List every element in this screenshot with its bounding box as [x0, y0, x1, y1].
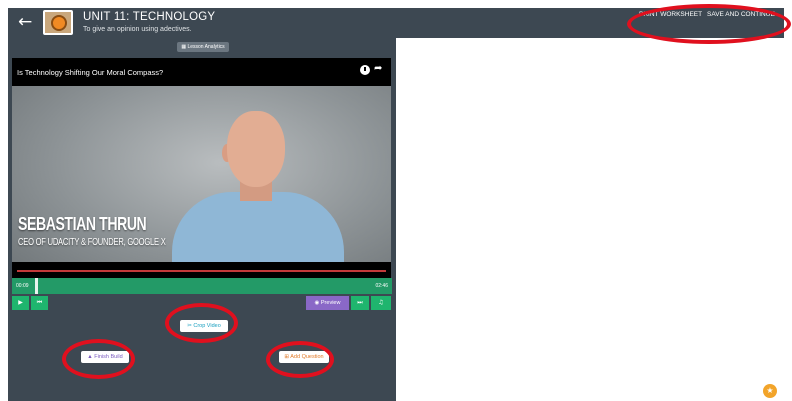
video-title: Is Technology Shifting Our Moral Compass…	[17, 68, 164, 77]
arrow-left-icon[interactable]: ←	[18, 13, 36, 31]
play-button[interactable]: ▶	[12, 296, 29, 310]
unit-thumbnail-disc	[51, 15, 67, 31]
unit-subtitle: To give an opinion using adectives.	[83, 26, 192, 33]
thumbs-up-icon: ▲	[87, 354, 93, 360]
end-time: 02:46	[375, 283, 388, 289]
finish-build-label: Finish Build	[94, 354, 123, 360]
clock-icon[interactable]	[360, 65, 370, 75]
video-header: Is Technology Shifting Our Moral Compass…	[12, 58, 391, 86]
star-help-icon[interactable]: ★	[763, 384, 777, 398]
lesson-analytics-label: Lesson Analytics	[187, 44, 225, 50]
volume-icon: ♫	[378, 299, 384, 306]
skip-back-icon: ⏮	[36, 299, 43, 306]
video-progress-bar[interactable]	[12, 262, 391, 278]
video-progress-track	[17, 270, 386, 272]
lesson-analytics-button[interactable]: ▦ Lesson Analytics	[177, 42, 229, 52]
video-editor-panel: ▦ Lesson Analytics Is Technology Shiftin…	[8, 38, 396, 401]
preview-label: Preview	[320, 300, 341, 306]
skip-back-button[interactable]: ⏮	[31, 296, 48, 310]
video-player[interactable]: Is Technology Shifting Our Moral Compass…	[12, 58, 391, 278]
preview-button[interactable]: ◉ Preview	[306, 296, 349, 310]
crop-video-label: Crop Video	[193, 323, 221, 329]
play-icon: ▶	[18, 299, 23, 306]
edit-timeline[interactable]: 00:09 02:46	[12, 278, 392, 294]
skip-forward-icon: ⏭	[357, 299, 363, 306]
speaker-role: CEO OF UDACITY & FOUNDER, GOOGLE X	[18, 236, 166, 248]
current-time: 00:09	[16, 283, 29, 289]
unit-thumbnail	[43, 10, 73, 35]
crop-video-button[interactable]: ✂ Crop Video	[180, 320, 228, 332]
share-icon[interactable]: ➦	[374, 63, 382, 74]
eye-icon: ◉	[314, 300, 320, 306]
lower-third-caption: SEBASTIAN THRUN CEO OF UDACITY & FOUNDER…	[18, 214, 223, 248]
finish-build-button[interactable]: ▲ Finish Build	[81, 351, 129, 363]
speaker-head	[227, 111, 285, 187]
print-worksheet-button[interactable]: PRINT WORKSHEET	[639, 11, 702, 18]
skip-forward-button[interactable]: ⏭	[351, 296, 369, 310]
add-question-label: Add Question	[290, 354, 324, 360]
save-and-continue-button[interactable]: SAVE AND CONTINUE	[707, 11, 775, 18]
timeline-handle[interactable]	[35, 278, 38, 294]
video-frame: SEBASTIAN THRUN CEO OF UDACITY & FOUNDER…	[12, 86, 391, 278]
crop-icon: ✂	[187, 323, 192, 329]
plus-square-icon: ⊞	[284, 354, 290, 360]
unit-title: UNIT 11: TECHNOLOGY	[83, 11, 216, 23]
speaker-name: SEBASTIAN THRUN	[18, 214, 147, 234]
add-question-button[interactable]: ⊞ Add Question	[279, 351, 329, 363]
volume-button[interactable]: ♫	[371, 296, 391, 310]
